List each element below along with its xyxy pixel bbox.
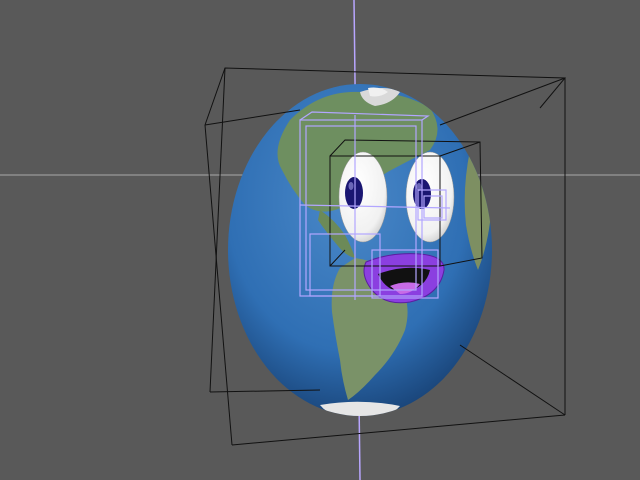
bbox-edge-bottom [231,414,566,446]
bbox-edge-back-left [209,67,226,393]
earth-model[interactable] [228,84,492,420]
bbox-edge-bottom-diagonal [459,344,566,416]
left-eye-highlight [348,182,354,190]
3d-viewport[interactable] [0,0,640,480]
bbox-edge-top-diagonal [439,77,566,126]
left-eye[interactable] [338,151,388,243]
bbox-edge-left [204,124,233,446]
landmass-antarctica [320,401,400,416]
viewport-canvas[interactable] [0,0,640,480]
left-eye-pupil [345,177,363,209]
right-eye[interactable] [405,151,455,243]
